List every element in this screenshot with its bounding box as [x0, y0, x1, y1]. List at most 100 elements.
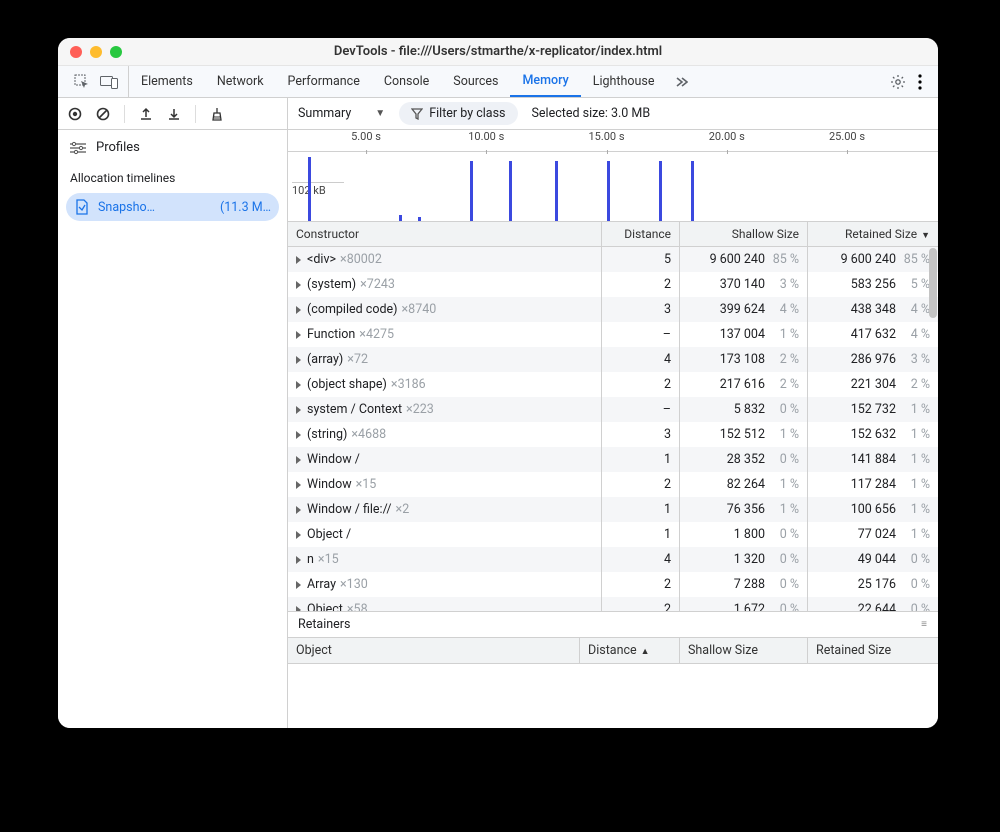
- constructor-name: (array): [307, 352, 343, 367]
- expand-icon[interactable]: [296, 281, 301, 289]
- retainers-col-distance[interactable]: Distance▲: [580, 638, 680, 663]
- shallow-percent: 0 %: [769, 527, 799, 542]
- retained-value: 438 348: [851, 302, 896, 317]
- table-row[interactable]: (object shape)×31862217 6162 %221 3042 %: [288, 372, 938, 397]
- broom-icon[interactable]: [210, 107, 224, 121]
- expand-icon[interactable]: [296, 431, 301, 439]
- expand-icon[interactable]: [296, 256, 301, 264]
- table-row[interactable]: Object×5821 6720 %22 6440 %: [288, 597, 938, 611]
- table-body[interactable]: <div>×8000259 600 24085 %9 600 24085 %(s…: [288, 247, 938, 611]
- expand-icon[interactable]: [296, 356, 301, 364]
- tab-sources[interactable]: Sources: [441, 66, 510, 97]
- tab-console[interactable]: Console: [372, 66, 441, 97]
- instance-count: ×15: [318, 552, 339, 567]
- tab-lighthouse[interactable]: Lighthouse: [581, 66, 667, 97]
- tab-elements[interactable]: Elements: [129, 66, 205, 97]
- download-icon[interactable]: [167, 107, 181, 121]
- expand-icon[interactable]: [296, 456, 301, 464]
- expand-icon[interactable]: [296, 481, 301, 489]
- ruler-tick: 15.00 s: [588, 130, 624, 143]
- expand-icon[interactable]: [296, 556, 301, 564]
- expand-icon[interactable]: [296, 331, 301, 339]
- clear-icon[interactable]: [96, 107, 110, 121]
- retained-value: 77 024: [858, 527, 896, 542]
- expand-icon[interactable]: [296, 381, 301, 389]
- constructor-name: <div>: [307, 252, 336, 267]
- shallow-value: 399 624: [720, 302, 765, 317]
- shallow-percent: 0 %: [769, 402, 799, 417]
- view-mode-dropdown[interactable]: Summary ▼: [298, 106, 385, 121]
- constructor-name: (system): [307, 277, 356, 292]
- retained-percent: 5 %: [900, 277, 930, 292]
- window-title: DevTools - file:///Users/stmarthe/x-repl…: [58, 44, 938, 59]
- upload-icon[interactable]: [139, 107, 153, 121]
- filter-by-class[interactable]: Filter by class: [399, 102, 517, 125]
- sliders-icon: [70, 141, 86, 155]
- constructor-name: (string): [307, 427, 347, 442]
- inspect-element-icon[interactable]: [74, 74, 90, 90]
- expand-icon[interactable]: [296, 506, 301, 514]
- table-row[interactable]: (array)×724173 1082 %286 9763 %: [288, 347, 938, 372]
- retained-percent: 1 %: [900, 427, 930, 442]
- shallow-value: 9 600 240: [710, 252, 765, 267]
- retainers-menu-icon[interactable]: ≡: [921, 619, 928, 630]
- table-row[interactable]: (compiled code)×87403399 6244 %438 3484 …: [288, 297, 938, 322]
- col-shallow-size[interactable]: Shallow Size: [680, 222, 808, 246]
- distance-cell: 2: [602, 597, 680, 611]
- shallow-percent: 1 %: [769, 327, 799, 342]
- distance-cell: 4: [602, 347, 680, 372]
- record-icon[interactable]: [68, 107, 82, 121]
- retained-value: 25 176: [858, 577, 896, 592]
- profiles-label: Profiles: [96, 140, 140, 155]
- tab-network[interactable]: Network: [205, 66, 276, 97]
- col-distance[interactable]: Distance: [602, 222, 680, 246]
- table-row[interactable]: Function×4275–137 0041 %417 6324 %: [288, 322, 938, 347]
- table-row[interactable]: Window×15282 2641 %117 2841 %: [288, 472, 938, 497]
- retainers-col-object[interactable]: Object: [288, 638, 580, 663]
- col-constructor[interactable]: Constructor: [288, 222, 602, 246]
- retained-value: 152 732: [851, 402, 896, 417]
- retained-value: 152 632: [851, 427, 896, 442]
- table-row[interactable]: (string)×46883152 5121 %152 6321 %: [288, 422, 938, 447]
- allocation-bar: [418, 217, 421, 221]
- settings-gear-icon[interactable]: [890, 74, 906, 90]
- more-tabs-icon[interactable]: [666, 75, 696, 89]
- memory-main-pane: Summary ▼ Filter by class Selected size:…: [288, 98, 938, 728]
- snapshot-item[interactable]: Snapsho… (11.3 M…: [66, 193, 279, 221]
- table-row[interactable]: Window /128 3520 %141 8841 %: [288, 447, 938, 472]
- table-row[interactable]: system / Context×223–5 8320 %152 7321 %: [288, 397, 938, 422]
- expand-icon[interactable]: [296, 606, 301, 611]
- expand-icon[interactable]: [296, 406, 301, 414]
- ruler-tick: 5.00 s: [351, 130, 381, 143]
- expand-icon[interactable]: [296, 531, 301, 539]
- table-row[interactable]: Object /11 8000 %77 0241 %: [288, 522, 938, 547]
- expand-icon[interactable]: [296, 306, 301, 314]
- table-row[interactable]: (system)×72432370 1403 %583 2565 %: [288, 272, 938, 297]
- constructors-table: Constructor Distance Shallow Size Retain…: [288, 222, 938, 611]
- allocation-timeline[interactable]: 5.00 s10.00 s15.00 s20.00 s25.00 s30.00 …: [288, 130, 938, 222]
- instance-count: ×130: [340, 577, 368, 592]
- kebab-menu-icon[interactable]: [918, 74, 922, 90]
- device-toolbar-icon[interactable]: [100, 75, 118, 89]
- window-titlebar: DevTools - file:///Users/stmarthe/x-repl…: [58, 38, 938, 66]
- table-row[interactable]: <div>×8000259 600 24085 %9 600 24085 %: [288, 247, 938, 272]
- distance-cell: 3: [602, 422, 680, 447]
- filter-icon: [411, 108, 423, 120]
- table-row[interactable]: Array×13027 2880 %25 1760 %: [288, 572, 938, 597]
- allocation-bar: [509, 161, 512, 221]
- scrollbar-thumb[interactable]: [929, 248, 937, 318]
- constructor-name: system / Context: [307, 402, 402, 417]
- shallow-value: 137 004: [720, 327, 765, 342]
- tab-memory[interactable]: Memory: [510, 66, 580, 97]
- table-row[interactable]: n×1541 3200 %49 0440 %: [288, 547, 938, 572]
- table-row[interactable]: Window / file://×2176 3561 %100 6561 %: [288, 497, 938, 522]
- shallow-value: 370 140: [720, 277, 765, 292]
- distance-cell: 2: [602, 472, 680, 497]
- expand-icon[interactable]: [296, 581, 301, 589]
- tab-performance[interactable]: Performance: [276, 66, 372, 97]
- retainers-col-retained[interactable]: Retained Size: [808, 638, 938, 663]
- shallow-percent: 85 %: [769, 252, 799, 267]
- retainers-col-shallow[interactable]: Shallow Size: [680, 638, 808, 663]
- allocation-bar: [659, 161, 662, 221]
- col-retained-size[interactable]: Retained Size▼: [808, 222, 938, 246]
